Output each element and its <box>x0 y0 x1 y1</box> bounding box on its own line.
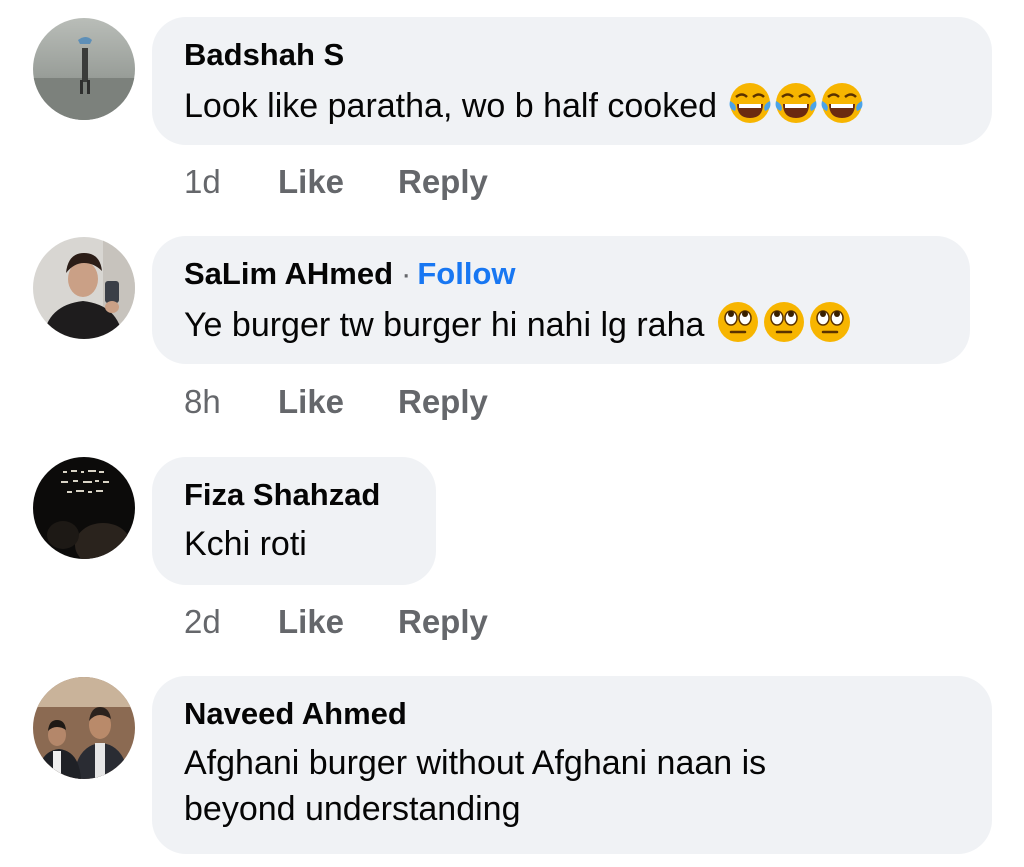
separator-dot: · <box>401 256 412 291</box>
comment-bubble: SaLim AHmed · Follow Ye burger tw burger h… <box>152 236 970 364</box>
comment-bubble: Naveed Ahmed Afghani burger without Afgh… <box>152 676 992 854</box>
comment-body-line: beyond understanding <box>184 790 521 828</box>
avatar-image <box>33 237 135 339</box>
author-name[interactable]: Naveed Ahmed <box>184 696 407 731</box>
comment-body: Kchi roti <box>184 525 307 563</box>
face-with-tears-of-joy-icon <box>774 81 818 125</box>
reply-button[interactable]: Reply <box>398 162 488 202</box>
comment-actions: 8h Like Reply <box>184 382 488 422</box>
comment-timestamp[interactable]: 2d <box>184 602 278 642</box>
comment-timestamp[interactable]: 8h <box>184 382 278 422</box>
author-name[interactable]: SaLim AHmed <box>184 256 393 291</box>
author-row: Naveed Ahmed <box>184 694 960 734</box>
author-name[interactable]: Badshah S <box>184 37 344 72</box>
author-name[interactable]: Fiza Shahzad <box>184 477 380 512</box>
avatar[interactable] <box>33 18 135 120</box>
avatar[interactable] <box>33 237 135 339</box>
avatar[interactable] <box>33 677 135 779</box>
comment-actions: 2d Like Reply <box>184 602 488 642</box>
comment-text: Ye burger tw burger hi nahi lg raha <box>184 300 938 348</box>
reply-button[interactable]: Reply <box>398 602 488 642</box>
face-with-rolling-eyes-icon <box>808 300 852 344</box>
like-button[interactable]: Like <box>278 602 398 642</box>
author-row: Fiza Shahzad <box>184 475 404 515</box>
comment-text: Look like paratha, wo b half cooked <box>184 81 960 129</box>
avatar-image <box>33 18 135 120</box>
comment-body: Look like paratha, wo b half cooked <box>184 87 718 125</box>
face-with-rolling-eyes-icon <box>762 300 806 344</box>
reply-button[interactable]: Reply <box>398 382 488 422</box>
face-with-tears-of-joy-icon <box>728 81 772 125</box>
face-with-tears-of-joy-icon <box>820 81 864 125</box>
comment-body: Ye burger tw burger hi nahi lg raha <box>184 306 705 344</box>
like-button[interactable]: Like <box>278 382 398 422</box>
comment-text: Afghani burger without Afghani naan is b… <box>184 740 960 832</box>
comment-body-line: Afghani burger without Afghani naan is <box>184 744 767 782</box>
comment-bubble: Badshah S Look like paratha, wo b half c… <box>152 17 992 145</box>
comment-text: Kchi roti <box>184 521 404 567</box>
comment-timestamp[interactable]: 1d <box>184 162 278 202</box>
author-row: SaLim AHmed · Follow <box>184 254 938 294</box>
avatar[interactable] <box>33 457 135 559</box>
face-with-rolling-eyes-icon <box>716 300 760 344</box>
follow-button[interactable]: Follow <box>417 256 515 291</box>
avatar-image <box>33 677 135 779</box>
avatar-image <box>33 457 135 559</box>
comment-bubble: Fiza Shahzad Kchi roti <box>152 457 436 585</box>
comment-actions: 1d Like Reply <box>184 162 488 202</box>
author-row: Badshah S <box>184 35 960 75</box>
like-button[interactable]: Like <box>278 162 398 202</box>
